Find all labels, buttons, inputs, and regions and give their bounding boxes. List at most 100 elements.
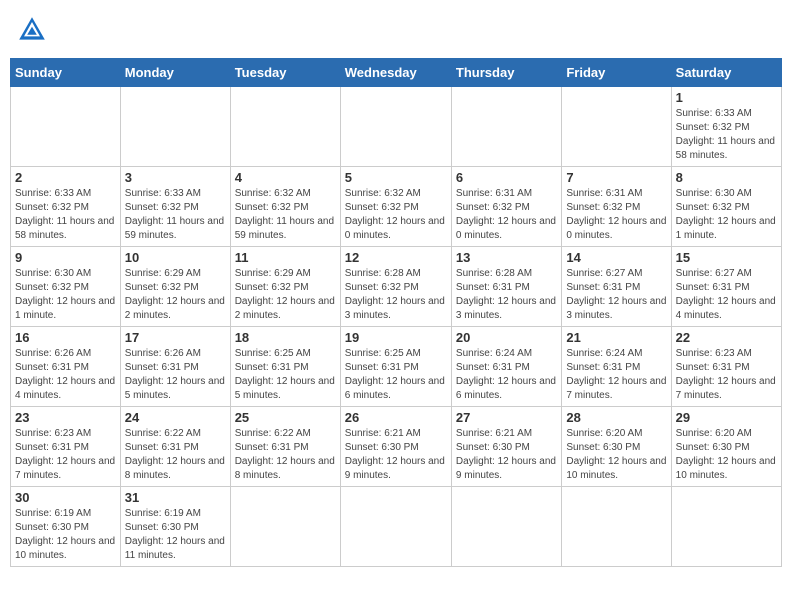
calendar-cell: 9 Sunrise: 6:30 AM Sunset: 6:32 PM Daylig… xyxy=(11,247,121,327)
calendar-cell xyxy=(671,487,781,567)
day-number: 24 xyxy=(125,410,226,425)
calendar-week-2: 2 Sunrise: 6:33 AM Sunset: 6:32 PM Daylig… xyxy=(11,167,782,247)
weekday-header-sunday: Sunday xyxy=(11,59,121,87)
day-info: Sunrise: 6:33 AM Sunset: 6:32 PM Dayligh… xyxy=(125,187,226,243)
calendar-cell xyxy=(340,87,451,167)
calendar-cell: 31 Sunrise: 6:19 AM Sunset: 6:30 PM Dayli… xyxy=(120,487,230,567)
day-info: Sunrise: 6:33 AM Sunset: 6:32 PM Dayligh… xyxy=(15,187,116,243)
calendar-table: SundayMondayTuesdayWednesdayThursdayFrid… xyxy=(10,58,782,567)
day-info: Sunrise: 6:20 AM Sunset: 6:30 PM Dayligh… xyxy=(676,427,777,483)
day-number: 11 xyxy=(235,250,336,265)
day-info: Sunrise: 6:27 AM Sunset: 6:31 PM Dayligh… xyxy=(566,267,666,323)
day-number: 22 xyxy=(676,330,777,345)
weekday-header-friday: Friday xyxy=(562,59,671,87)
calendar-cell xyxy=(11,87,121,167)
day-number: 30 xyxy=(15,490,116,505)
day-info: Sunrise: 6:26 AM Sunset: 6:31 PM Dayligh… xyxy=(125,347,226,403)
calendar-cell: 1Sunrise: 6:33 AM Sunset: 6:32 PM Daylig… xyxy=(671,87,781,167)
calendar-cell: 10Sunrise: 6:29 AM Sunset: 6:32 PM Dayli… xyxy=(120,247,230,327)
calendar-cell: 12 Sunrise: 6:28 AM Sunset: 6:32 PM Dayli… xyxy=(340,247,451,327)
day-info: Sunrise: 6:23 AM Sunset: 6:31 PM Dayligh… xyxy=(676,347,777,403)
day-number: 20 xyxy=(456,330,557,345)
day-info: Sunrise: 6:28 AM Sunset: 6:31 PM Dayligh… xyxy=(456,267,557,323)
calendar-cell: 26 Sunrise: 6:21 AM Sunset: 6:30 PM Dayli… xyxy=(340,407,451,487)
calendar-cell: 4 Sunrise: 6:32 AM Sunset: 6:32 PM Daylig… xyxy=(230,167,340,247)
day-number: 10 xyxy=(125,250,226,265)
calendar-cell xyxy=(230,87,340,167)
day-info: Sunrise: 6:26 AM Sunset: 6:31 PM Dayligh… xyxy=(15,347,116,403)
day-info: Sunrise: 6:21 AM Sunset: 6:30 PM Dayligh… xyxy=(456,427,557,483)
calendar-cell: 23Sunrise: 6:23 AM Sunset: 6:31 PM Dayli… xyxy=(11,407,121,487)
weekday-header-row: SundayMondayTuesdayWednesdayThursdayFrid… xyxy=(11,59,782,87)
calendar-cell: 19 Sunrise: 6:25 AM Sunset: 6:31 PM Dayli… xyxy=(340,327,451,407)
day-number: 27 xyxy=(456,410,557,425)
day-number: 12 xyxy=(345,250,447,265)
calendar-cell xyxy=(340,487,451,567)
calendar-cell: 13Sunrise: 6:28 AM Sunset: 6:31 PM Dayli… xyxy=(451,247,561,327)
day-info: Sunrise: 6:31 AM Sunset: 6:32 PM Dayligh… xyxy=(566,187,666,243)
day-info: Sunrise: 6:30 AM Sunset: 6:32 PM Dayligh… xyxy=(15,267,116,323)
calendar-cell: 16Sunrise: 6:26 AM Sunset: 6:31 PM Dayli… xyxy=(11,327,121,407)
day-number: 17 xyxy=(125,330,226,345)
day-info: Sunrise: 6:25 AM Sunset: 6:31 PM Dayligh… xyxy=(345,347,447,403)
calendar-cell: 17 Sunrise: 6:26 AM Sunset: 6:31 PM Dayli… xyxy=(120,327,230,407)
day-number: 18 xyxy=(235,330,336,345)
day-number: 28 xyxy=(566,410,666,425)
day-number: 7 xyxy=(566,170,666,185)
day-number: 2 xyxy=(15,170,116,185)
day-number: 21 xyxy=(566,330,666,345)
day-number: 25 xyxy=(235,410,336,425)
calendar-week-6: 30 Sunrise: 6:19 AM Sunset: 6:30 PM Dayli… xyxy=(11,487,782,567)
day-number: 29 xyxy=(676,410,777,425)
weekday-header-wednesday: Wednesday xyxy=(340,59,451,87)
day-number: 8 xyxy=(676,170,777,185)
day-info: Sunrise: 6:33 AM Sunset: 6:32 PM Dayligh… xyxy=(676,107,777,163)
day-number: 6 xyxy=(456,170,557,185)
calendar-cell: 28 Sunrise: 6:20 AM Sunset: 6:30 PM Dayli… xyxy=(562,407,671,487)
day-number: 14 xyxy=(566,250,666,265)
day-info: Sunrise: 6:24 AM Sunset: 6:31 PM Dayligh… xyxy=(566,347,666,403)
weekday-header-monday: Monday xyxy=(120,59,230,87)
day-info: Sunrise: 6:30 AM Sunset: 6:32 PM Dayligh… xyxy=(676,187,777,243)
calendar-cell: 18Sunrise: 6:25 AM Sunset: 6:31 PM Dayli… xyxy=(230,327,340,407)
logo xyxy=(16,14,52,46)
calendar-cell: 22 Sunrise: 6:23 AM Sunset: 6:31 PM Dayli… xyxy=(671,327,781,407)
day-info: Sunrise: 6:21 AM Sunset: 6:30 PM Dayligh… xyxy=(345,427,447,483)
calendar-week-4: 16Sunrise: 6:26 AM Sunset: 6:31 PM Dayli… xyxy=(11,327,782,407)
day-number: 3 xyxy=(125,170,226,185)
calendar-cell: 5Sunrise: 6:32 AM Sunset: 6:32 PM Daylig… xyxy=(340,167,451,247)
calendar-cell: 8 Sunrise: 6:30 AM Sunset: 6:32 PM Daylig… xyxy=(671,167,781,247)
weekday-header-thursday: Thursday xyxy=(451,59,561,87)
day-number: 31 xyxy=(125,490,226,505)
day-info: Sunrise: 6:22 AM Sunset: 6:31 PM Dayligh… xyxy=(125,427,226,483)
calendar-cell xyxy=(230,487,340,567)
day-info: Sunrise: 6:28 AM Sunset: 6:32 PM Dayligh… xyxy=(345,267,447,323)
day-number: 15 xyxy=(676,250,777,265)
calendar-week-1: 1Sunrise: 6:33 AM Sunset: 6:32 PM Daylig… xyxy=(11,87,782,167)
day-info: Sunrise: 6:19 AM Sunset: 6:30 PM Dayligh… xyxy=(15,507,116,563)
day-info: Sunrise: 6:32 AM Sunset: 6:32 PM Dayligh… xyxy=(235,187,336,243)
day-number: 9 xyxy=(15,250,116,265)
calendar-week-3: 9 Sunrise: 6:30 AM Sunset: 6:32 PM Daylig… xyxy=(11,247,782,327)
day-number: 4 xyxy=(235,170,336,185)
calendar-cell xyxy=(120,87,230,167)
calendar-cell xyxy=(562,487,671,567)
calendar-cell: 15Sunrise: 6:27 AM Sunset: 6:31 PM Dayli… xyxy=(671,247,781,327)
calendar-cell: 7 Sunrise: 6:31 AM Sunset: 6:32 PM Daylig… xyxy=(562,167,671,247)
calendar-cell: 11 Sunrise: 6:29 AM Sunset: 6:32 PM Dayli… xyxy=(230,247,340,327)
day-info: Sunrise: 6:29 AM Sunset: 6:32 PM Dayligh… xyxy=(235,267,336,323)
day-info: Sunrise: 6:24 AM Sunset: 6:31 PM Dayligh… xyxy=(456,347,557,403)
weekday-header-tuesday: Tuesday xyxy=(230,59,340,87)
calendar-cell: 30 Sunrise: 6:19 AM Sunset: 6:30 PM Dayli… xyxy=(11,487,121,567)
calendar-cell xyxy=(451,87,561,167)
day-info: Sunrise: 6:22 AM Sunset: 6:31 PM Dayligh… xyxy=(235,427,336,483)
day-info: Sunrise: 6:20 AM Sunset: 6:30 PM Dayligh… xyxy=(566,427,666,483)
day-info: Sunrise: 6:19 AM Sunset: 6:30 PM Dayligh… xyxy=(125,507,226,563)
day-number: 26 xyxy=(345,410,447,425)
calendar-week-5: 23Sunrise: 6:23 AM Sunset: 6:31 PM Dayli… xyxy=(11,407,782,487)
calendar-cell: 3 Sunrise: 6:33 AM Sunset: 6:32 PM Daylig… xyxy=(120,167,230,247)
calendar-cell: 20 Sunrise: 6:24 AM Sunset: 6:31 PM Dayli… xyxy=(451,327,561,407)
day-number: 19 xyxy=(345,330,447,345)
calendar-cell: 27 Sunrise: 6:21 AM Sunset: 6:30 PM Dayli… xyxy=(451,407,561,487)
calendar-cell: 25 Sunrise: 6:22 AM Sunset: 6:31 PM Dayli… xyxy=(230,407,340,487)
